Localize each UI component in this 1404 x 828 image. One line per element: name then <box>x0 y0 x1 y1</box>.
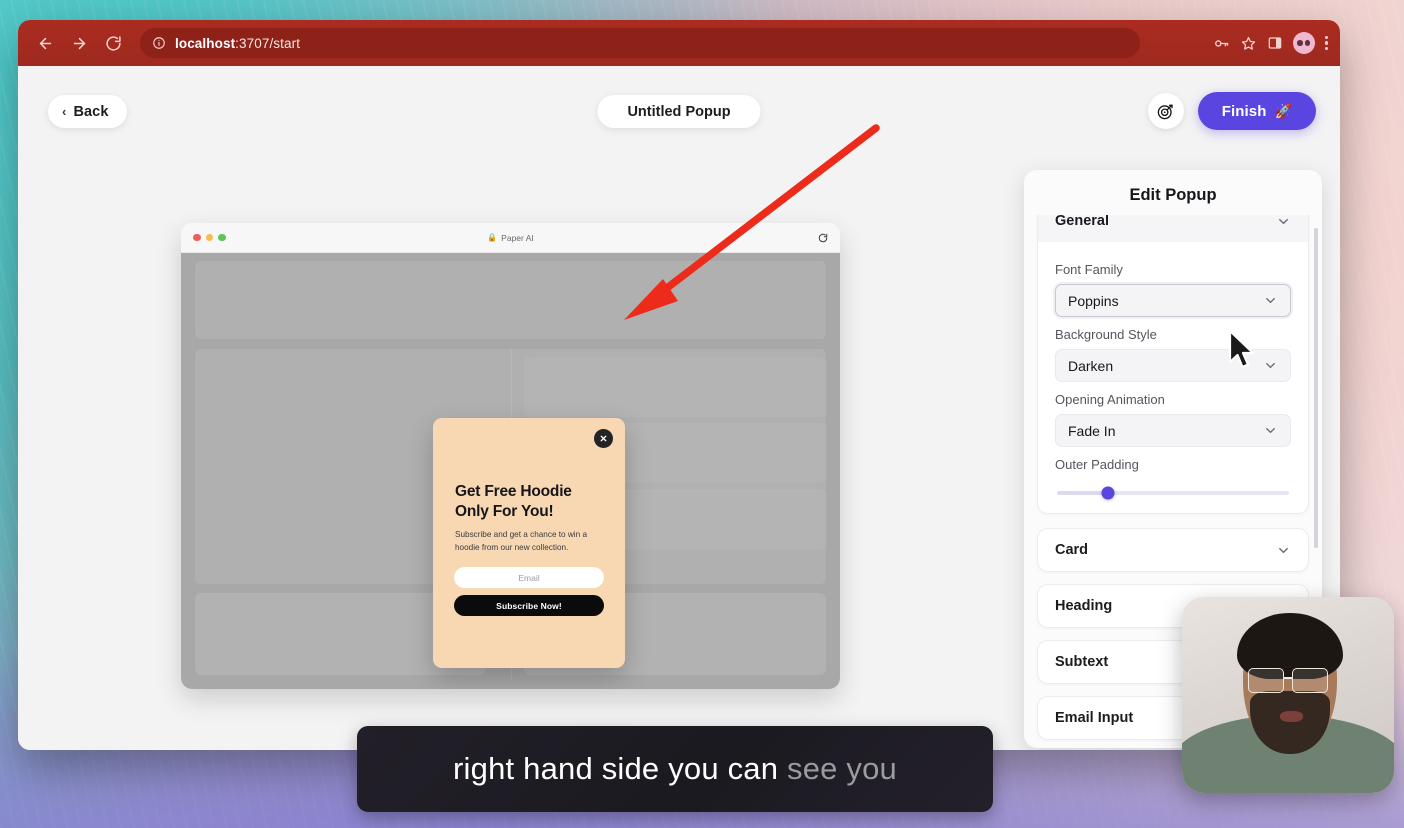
font-family-label: Font Family <box>1055 262 1123 277</box>
app-viewport: ‹ Back Untitled Popup Finish 🚀 🔒 Paper A… <box>18 66 1340 750</box>
chevron-down-icon <box>1263 293 1278 308</box>
caption-spoken-text: right hand side you can <box>453 751 779 786</box>
placeholder-block <box>195 261 826 339</box>
general-section-label: General <box>1055 215 1109 229</box>
general-section-body: Font Family Poppins Background Style Dar… <box>1038 242 1308 513</box>
opening-animation-value: Fade In <box>1068 422 1116 439</box>
browser-window: localhost:3707/start ‹ Back Untitled Pop… <box>18 20 1340 750</box>
document-title: Untitled Popup <box>627 103 731 120</box>
font-family-value: Poppins <box>1068 292 1119 309</box>
side-panel-icon[interactable] <box>1267 35 1283 51</box>
finish-button[interactable]: Finish 🚀 <box>1197 92 1316 130</box>
key-icon[interactable] <box>1213 35 1230 52</box>
browser-toolbar: localhost:3707/start <box>18 20 1340 66</box>
popup-email-input[interactable]: Email <box>454 567 604 588</box>
close-dot <box>193 233 201 242</box>
outer-padding-label: Outer Padding <box>1055 457 1139 472</box>
address-bar-text: localhost:3707/start <box>175 36 300 51</box>
popup-subscribe-button[interactable]: Subscribe Now! <box>454 595 604 616</box>
back-button[interactable]: ‹ Back <box>48 95 127 128</box>
webcam-glasses-bridge <box>1283 677 1293 679</box>
profile-avatar[interactable] <box>1292 32 1315 54</box>
webcam-overlay <box>1182 597 1394 793</box>
lock-icon: 🔒 <box>487 233 498 242</box>
browser-forward-icon[interactable] <box>64 28 94 58</box>
slider-track[interactable] <box>1057 486 1289 500</box>
chevron-left-icon: ‹ <box>62 104 67 119</box>
webcam-glasses-right <box>1292 667 1329 694</box>
font-family-select[interactable]: Poppins <box>1055 284 1291 317</box>
slider-fill <box>1057 491 1109 495</box>
panel-title: Edit Popup <box>1129 186 1217 204</box>
site-preview: 🔒 Paper AI Get Free Hoodie Only For You!… <box>181 223 840 689</box>
background-style-value: Darken <box>1068 357 1114 374</box>
browser-reload-icon[interactable] <box>98 28 128 58</box>
browser-back-icon[interactable] <box>30 28 60 58</box>
minimize-dot <box>205 233 213 242</box>
webcam-glasses-left <box>1247 667 1284 694</box>
popup-subscribe-label: Subscribe Now! <box>496 600 562 611</box>
finish-button-label: Finish <box>1221 102 1267 120</box>
card-section-row[interactable]: Card <box>1037 528 1309 572</box>
opening-animation-select[interactable]: Fade In <box>1055 414 1291 447</box>
card-section-label: Card <box>1055 542 1089 558</box>
star-icon[interactable] <box>1240 35 1257 52</box>
slider-thumb[interactable] <box>1101 486 1115 500</box>
panel-scrollbar[interactable] <box>1314 228 1318 548</box>
popup-subtext: Subscribe and get a chance to win a hood… <box>455 530 587 552</box>
avatar-face <box>1297 40 1311 46</box>
chevron-down-icon <box>1263 423 1278 438</box>
mock-site-name: Paper AI <box>501 232 534 243</box>
mock-site-content: Get Free Hoodie Only For You! Subscribe … <box>181 253 840 689</box>
subtitle-caption: right hand side you can see you <box>357 726 993 812</box>
general-section-header[interactable]: General <box>1038 215 1308 242</box>
app-topbar: ‹ Back Untitled Popup Finish 🚀 <box>18 66 1340 170</box>
mock-reload-icon[interactable] <box>818 233 828 243</box>
chevron-down-icon <box>1276 543 1291 558</box>
opening-animation-label: Opening Animation <box>1055 392 1165 407</box>
rocket-icon: 🚀 <box>1274 102 1292 119</box>
mock-browser-bar: 🔒 Paper AI <box>181 223 840 253</box>
caption-upcoming-text: see you <box>787 751 897 786</box>
target-icon-button[interactable] <box>1147 93 1184 129</box>
subtext-section-label: Subtext <box>1055 654 1109 670</box>
webcam-mouth <box>1279 710 1303 723</box>
outer-padding-slider[interactable] <box>1055 479 1291 500</box>
general-section: General Font Family Poppins Background S… <box>1037 215 1309 514</box>
mouse-cursor <box>1226 328 1260 379</box>
email-input-section-label: Email Input <box>1055 710 1134 726</box>
kebab-menu-icon[interactable] <box>1324 35 1328 51</box>
maximize-dot <box>218 233 226 242</box>
popup-preview-card[interactable]: Get Free Hoodie Only For You! Subscribe … <box>433 418 625 668</box>
popup-heading: Get Free Hoodie Only For You! <box>455 483 572 520</box>
chevron-down-icon <box>1276 215 1291 229</box>
document-title-chip[interactable]: Untitled Popup <box>597 95 761 128</box>
back-button-label: Back <box>73 103 109 120</box>
heading-section-label: Heading <box>1055 598 1113 614</box>
placeholder-block <box>523 357 826 417</box>
browser-actions <box>1199 32 1328 54</box>
popup-close-icon[interactable] <box>594 429 613 448</box>
topbar-right-actions: Finish 🚀 <box>1147 92 1316 130</box>
chevron-down-icon <box>1263 358 1278 373</box>
url-path: :3707/start <box>235 35 301 51</box>
popup-email-placeholder: Email <box>518 572 540 583</box>
traffic-light-dots <box>193 233 226 242</box>
address-bar[interactable]: localhost:3707/start <box>140 28 1140 58</box>
mock-site-title: 🔒 Paper AI <box>487 233 534 243</box>
url-host: localhost <box>175 35 236 51</box>
site-info-icon[interactable] <box>152 36 166 50</box>
